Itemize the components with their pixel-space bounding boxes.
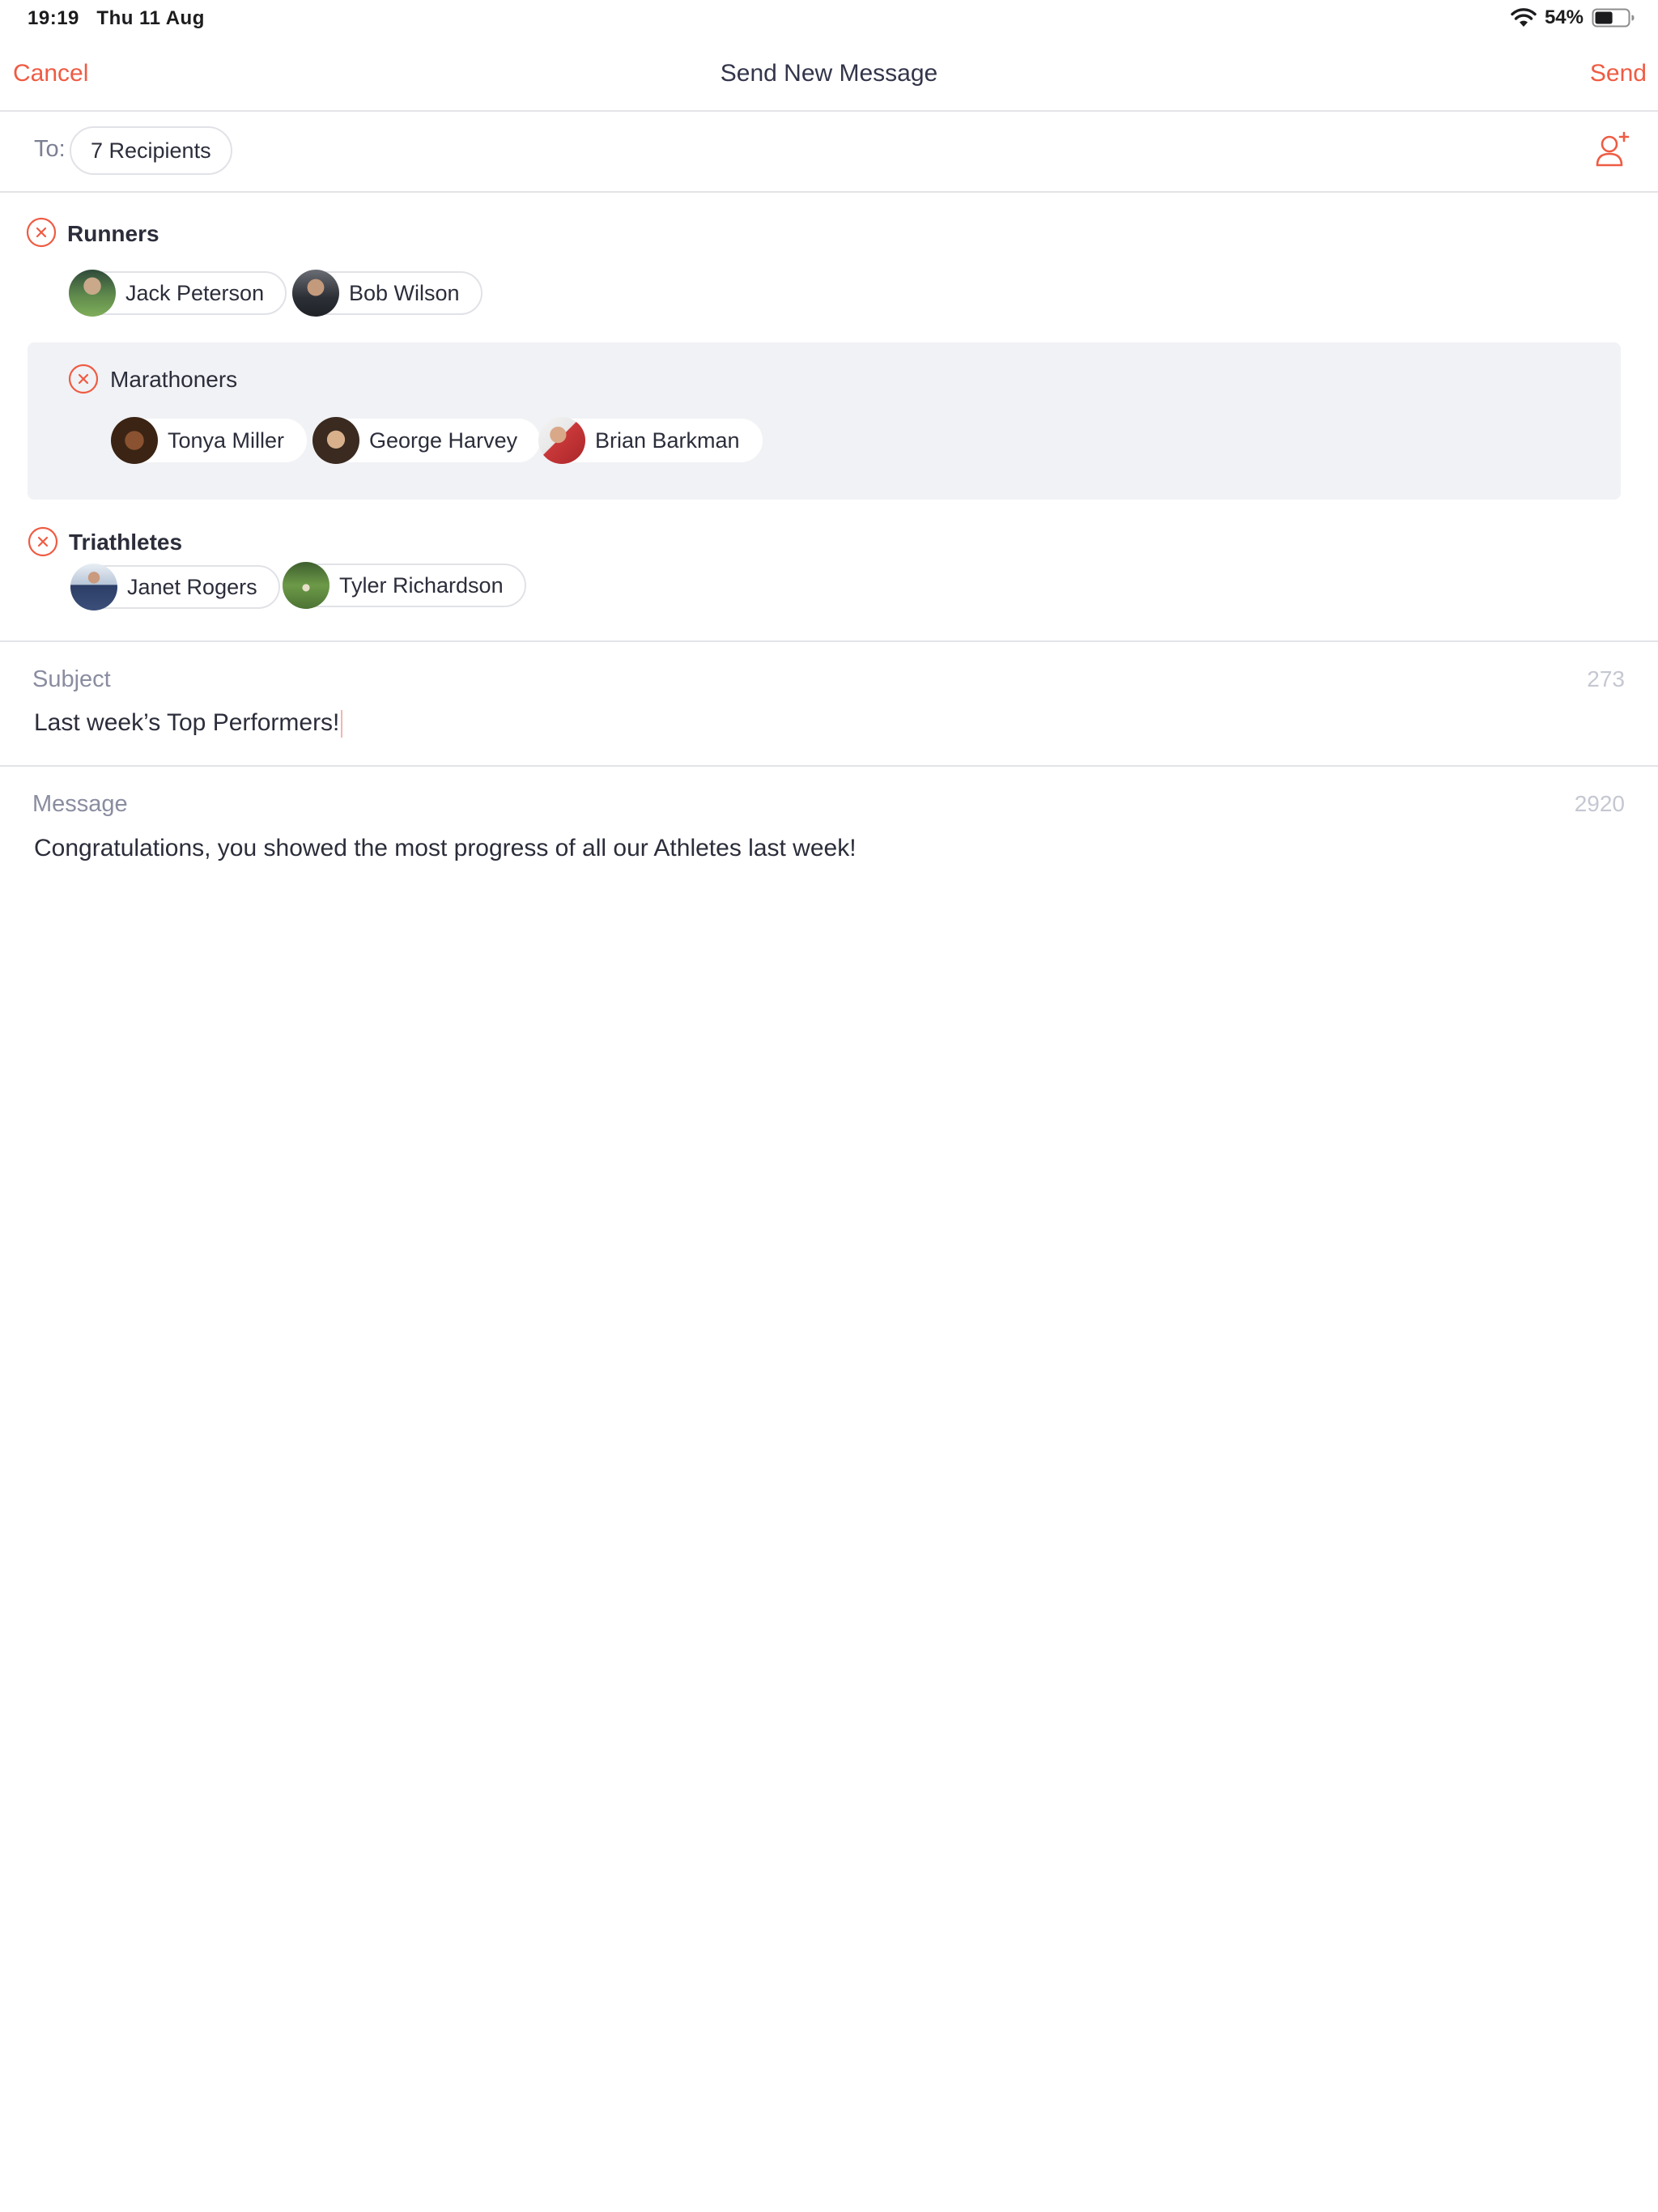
status-clock: 19:19 <box>28 7 79 29</box>
subject-input[interactable]: Last week’s Top Performers! <box>34 709 343 738</box>
to-row: To: 7 Recipients <box>0 112 1658 193</box>
message-char-count: 2920 <box>1574 791 1625 816</box>
send-button[interactable]: Send <box>1590 60 1647 87</box>
recipient-chip-bob-wilson[interactable]: Bob Wilson <box>292 270 483 317</box>
avatar <box>283 562 329 609</box>
add-person-icon[interactable] <box>1593 130 1634 170</box>
recipient-name: Brian Barkman <box>595 428 740 453</box>
text-caret <box>341 710 343 738</box>
nav-bar: Cancel Send New Message Send <box>0 40 1658 112</box>
recipient-chip-tyler-richardson[interactable]: Tyler Richardson <box>283 562 526 609</box>
message-label: Message <box>32 791 128 817</box>
status-bar: 19:19 Thu 11 Aug 54% <box>0 0 1658 40</box>
avatar <box>111 417 158 464</box>
recipient-chip-george-harvey[interactable]: George Harvey <box>312 417 541 464</box>
status-date: Thu 11 Aug <box>96 7 205 29</box>
page-title: Send New Message <box>720 60 938 87</box>
wifi-icon <box>1511 8 1537 27</box>
battery-percent: 54% <box>1544 6 1584 28</box>
avatar <box>312 417 359 464</box>
recipient-name: Tyler Richardson <box>339 572 504 598</box>
battery-icon <box>1592 8 1635 28</box>
subject-label: Subject <box>32 666 111 692</box>
avatar <box>292 270 339 317</box>
group-name-runners: Runners <box>67 221 159 246</box>
recipient-name: Bob Wilson <box>349 280 460 305</box>
avatar <box>70 564 117 610</box>
recipient-name: Tonya Miller <box>168 428 285 453</box>
recipient-name: Janet Rogers <box>127 574 257 599</box>
group-name-triathletes: Triathletes <box>69 530 183 555</box>
divider <box>0 640 1658 642</box>
remove-group-triathletes-icon[interactable] <box>28 526 58 557</box>
remove-group-runners-icon[interactable] <box>26 217 57 248</box>
group-name-marathoners: Marathoners <box>110 367 238 392</box>
to-label: To: <box>34 136 66 162</box>
status-time: 19:19 Thu 11 Aug <box>28 7 205 30</box>
recipient-name: George Harvey <box>369 428 518 453</box>
recipient-chip-janet-rogers[interactable]: Janet Rogers <box>70 564 280 610</box>
message-input[interactable]: Congratulations, you showed the most pro… <box>34 835 857 862</box>
subject-char-count: 273 <box>1587 666 1625 691</box>
avatar <box>538 417 585 464</box>
recipient-chip-jack-peterson[interactable]: Jack Peterson <box>69 270 287 317</box>
avatar <box>69 270 116 317</box>
recipient-name: Jack Peterson <box>125 280 265 305</box>
recipients-pill[interactable]: 7 Recipients <box>70 126 232 175</box>
subject-text: Last week’s Top Performers! <box>34 709 340 736</box>
divider <box>0 765 1658 767</box>
remove-group-marathoners-icon[interactable] <box>68 364 99 394</box>
recipient-chip-brian-barkman[interactable]: Brian Barkman <box>538 417 763 464</box>
status-indicators: 54% <box>1511 6 1635 29</box>
recipient-chip-tonya-miller[interactable]: Tonya Miller <box>111 417 308 464</box>
